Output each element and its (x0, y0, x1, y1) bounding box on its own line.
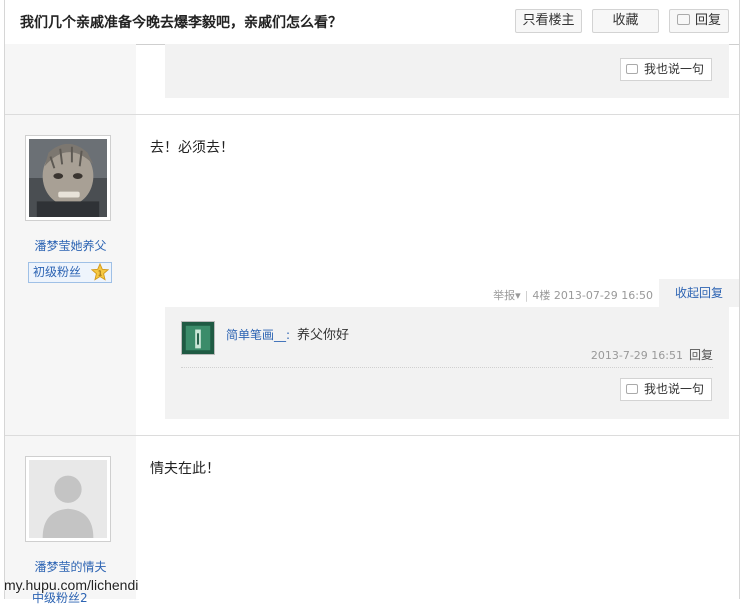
say-also-button[interactable]: 我也说一句 (619, 58, 712, 81)
only-lz-button[interactable]: 只看楼主 (515, 9, 582, 33)
say-also-label: 我也说一句 (643, 382, 704, 396)
username-link[interactable]: 潘梦莹她养父 (5, 237, 136, 254)
comment-meta: 2013-7-29 16:51 回复 (591, 346, 713, 363)
favorite-button[interactable]: 收藏 (592, 9, 659, 33)
post-text: 去！必须去！ (150, 140, 234, 156)
username-link[interactable]: 潘梦莹的情夫 (5, 558, 136, 575)
thread-page: 我们几个亲戚准备今晚去爆李毅吧，亲戚们怎么看？ 只看楼主 收藏 回复 我也说一句 (4, 0, 740, 599)
post-time: 2013-07-29 16:50 (553, 289, 653, 302)
post-content: 我也说一句 (136, 44, 739, 114)
comment-time: 2013-7-29 16:51 (590, 349, 683, 362)
post-text: 情夫在此！ (150, 461, 220, 477)
reply-button-label: 回复 (694, 13, 721, 28)
comment-avatar[interactable] (181, 321, 215, 355)
avatar[interactable] (25, 456, 111, 542)
post-previous: 我也说一句 (5, 44, 739, 115)
comment-username[interactable]: 简单笔画__: (226, 326, 290, 343)
alien-avatar-image (29, 139, 107, 217)
say-also-label: 我也说一句 (643, 62, 704, 76)
post-sidebar (5, 44, 136, 114)
post-content: 情夫在此！ (136, 436, 739, 599)
say-also-button[interactable]: 我也说一句 (619, 378, 712, 401)
comment-reply-link[interactable]: 回复 (689, 348, 713, 362)
comment-icon (625, 64, 638, 74)
comment-text: 养父你好 (297, 328, 350, 343)
post-floor-5: 潘梦莹的情夫 情夫在此！ (5, 436, 739, 599)
floor-number: 4楼 (532, 289, 551, 302)
watermark: my.hupu.com/lichendi (4, 577, 139, 593)
post-content: 去！必须去！ 举报▾ | 4楼 2013-07-29 16:50 收起回复 简单笔画… (136, 115, 739, 435)
level-badge[interactable]: 初级粉丝 1 (28, 262, 112, 283)
reply-button[interactable]: 回复 (669, 9, 729, 33)
comment-item: 简单笔画__: 养父你好 2013-7-29 16:51 回复 (181, 321, 713, 368)
reply-box: 我也说一句 (165, 44, 729, 98)
avatar[interactable] (25, 135, 111, 221)
comment-icon (625, 384, 638, 394)
level-label: 初级粉丝 (33, 265, 82, 279)
post-meta: 举报▾ | 4楼 2013-07-29 16:50 (493, 289, 653, 302)
level-number: 1 (98, 269, 103, 278)
post-sidebar: 潘梦莹的情夫 (5, 436, 136, 599)
thread-header: 我们几个亲戚准备今晚去爆李毅吧，亲戚们怎么看？ 只看楼主 收藏 回复 (5, 0, 739, 45)
post-floor-4: 潘梦莹她养父 初级粉丝 1 去！必须去！ 举报▾ | 4楼 2013-07-29 1… (5, 115, 739, 436)
reply-box: 简单笔画__: 养父你好 2013-7-29 16:51 回复 我也说一句 (165, 307, 729, 419)
default-avatar-image (29, 460, 107, 538)
comment-icon (676, 14, 690, 25)
report-link[interactable]: 举报▾ (493, 289, 521, 302)
thread-title: 我们几个亲戚准备今晚去爆李毅吧，亲戚们怎么看？ (20, 15, 342, 31)
collapse-replies-button[interactable]: 收起回复 (659, 279, 739, 307)
star-icon: 1 (91, 263, 109, 281)
post-sidebar: 潘梦莹她养父 初级粉丝 1 (5, 115, 136, 435)
